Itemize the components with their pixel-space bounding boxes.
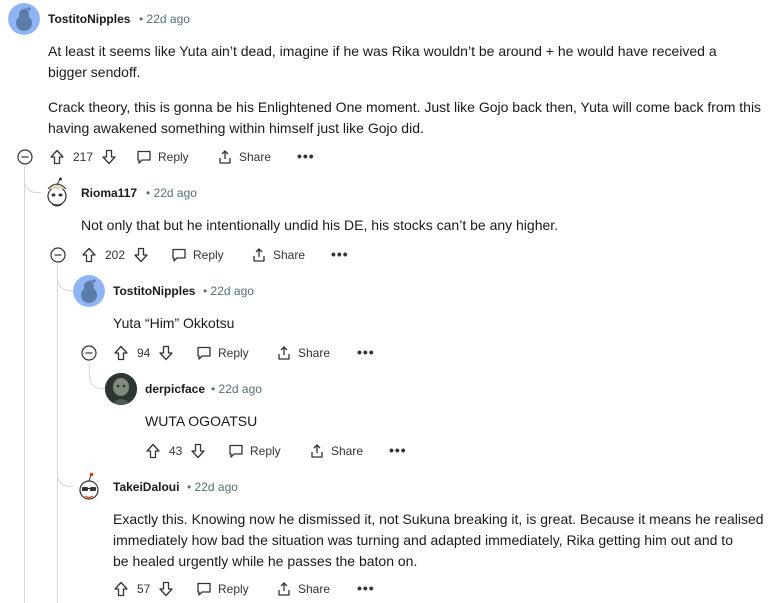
share-button[interactable]: Share <box>276 345 330 361</box>
share-icon <box>219 150 231 164</box>
collapse-minus-icon[interactable] <box>81 345 97 361</box>
vote-bar: 94 <box>113 345 174 361</box>
avatar[interactable] <box>41 177 73 209</box>
share-icon <box>253 248 265 262</box>
thread-elbow-rioma <box>24 168 41 193</box>
more-options-button[interactable]: ••• <box>357 580 375 596</box>
username[interactable]: Rioma117 <box>81 186 137 200</box>
vote-count: 94 <box>137 346 151 360</box>
timestamp[interactable]: • 22d ago <box>139 12 190 26</box>
share-button[interactable]: Share <box>309 443 363 459</box>
vote-bar: 43 <box>145 443 206 459</box>
collapse-minus-icon[interactable] <box>50 247 66 263</box>
more-options-button[interactable]: ••• <box>297 148 315 164</box>
avatar[interactable] <box>73 275 105 307</box>
share-icon <box>278 582 290 596</box>
share-button[interactable]: Share <box>217 149 271 165</box>
downvote-arrow-icon[interactable] <box>101 149 117 165</box>
vote-count: 202 <box>105 248 126 262</box>
comment-text: immediately how bad the situation was tu… <box>113 532 733 548</box>
comment-text: Not only that but he intentionally undid… <box>81 217 559 233</box>
comment-text: bigger sendoff. <box>48 64 141 80</box>
upvote-arrow-icon[interactable] <box>49 149 65 165</box>
comment-text: WUTA OGOATSU <box>145 413 258 429</box>
timestamp[interactable]: • 22d ago <box>211 382 262 396</box>
downvote-arrow-icon[interactable] <box>190 443 206 459</box>
speech-bubble-icon <box>197 582 211 596</box>
comment-text: Crack theory, this is gonna be his Enlig… <box>48 99 762 115</box>
username[interactable]: TostitoNipples <box>48 12 130 26</box>
avatar[interactable] <box>73 471 105 503</box>
avatar[interactable] <box>8 3 40 35</box>
upvote-arrow-icon[interactable] <box>113 345 129 361</box>
thread-line-root <box>24 166 25 603</box>
downvote-arrow-icon[interactable] <box>158 345 174 361</box>
reply-button[interactable]: Reply <box>136 149 189 165</box>
upvote-arrow-icon[interactable] <box>81 247 97 263</box>
reply-button[interactable]: Reply <box>171 247 224 263</box>
comment-text: At least it seems like Yuta ain’t dead, … <box>48 43 717 59</box>
upvote-arrow-icon[interactable] <box>113 581 129 597</box>
downvote-arrow-icon[interactable] <box>133 247 149 263</box>
speech-bubble-icon <box>197 346 211 360</box>
speech-bubble-icon <box>229 444 243 458</box>
more-options-button[interactable]: ••• <box>389 442 407 458</box>
vote-bar: 202 <box>81 247 149 263</box>
comment-text: having awakened something within himself… <box>48 120 424 136</box>
vote-count: 43 <box>169 444 183 458</box>
avatar[interactable] <box>105 373 137 405</box>
username[interactable]: TostitoNipples <box>113 284 195 298</box>
share-icon <box>311 444 323 458</box>
reply-button[interactable]: Reply <box>228 443 281 459</box>
comment-text: Yuta “Him” Okkotsu <box>113 315 235 331</box>
share-button[interactable]: Share <box>276 581 330 597</box>
timestamp[interactable]: • 22d ago <box>187 480 238 494</box>
downvote-arrow-icon[interactable] <box>158 581 174 597</box>
timestamp[interactable]: • 22d ago <box>203 284 254 298</box>
speech-bubble-icon <box>172 248 186 262</box>
reply-button[interactable]: Reply <box>196 581 249 597</box>
vote-bar: 57 <box>113 581 174 597</box>
collapse-minus-icon[interactable] <box>17 149 33 165</box>
username[interactable]: TakeiDaloui <box>113 480 179 494</box>
more-options-button[interactable]: ••• <box>357 344 375 360</box>
comment-text: Exactly this. Knowing now he dismissed i… <box>113 511 764 527</box>
more-options-button[interactable]: ••• <box>331 246 349 262</box>
speech-bubble-icon <box>137 150 151 164</box>
vote-count: 217 <box>73 150 94 164</box>
share-button[interactable]: Share <box>251 247 305 263</box>
upvote-arrow-icon[interactable] <box>145 443 161 459</box>
share-icon <box>278 346 290 360</box>
username[interactable]: derpicface <box>145 382 205 396</box>
thread-line-rioma <box>57 264 58 603</box>
comment-text: be healed urgently while he passes the b… <box>113 553 418 569</box>
thread-elbow-takei <box>57 462 74 487</box>
vote-bar: 217 <box>49 149 117 165</box>
thread-elbow-tostito2 <box>57 266 74 291</box>
timestamp[interactable]: • 22d ago <box>146 186 197 200</box>
thread-elbow-derpic <box>89 364 106 389</box>
vote-count: 57 <box>137 582 151 596</box>
reply-button[interactable]: Reply <box>196 345 249 361</box>
